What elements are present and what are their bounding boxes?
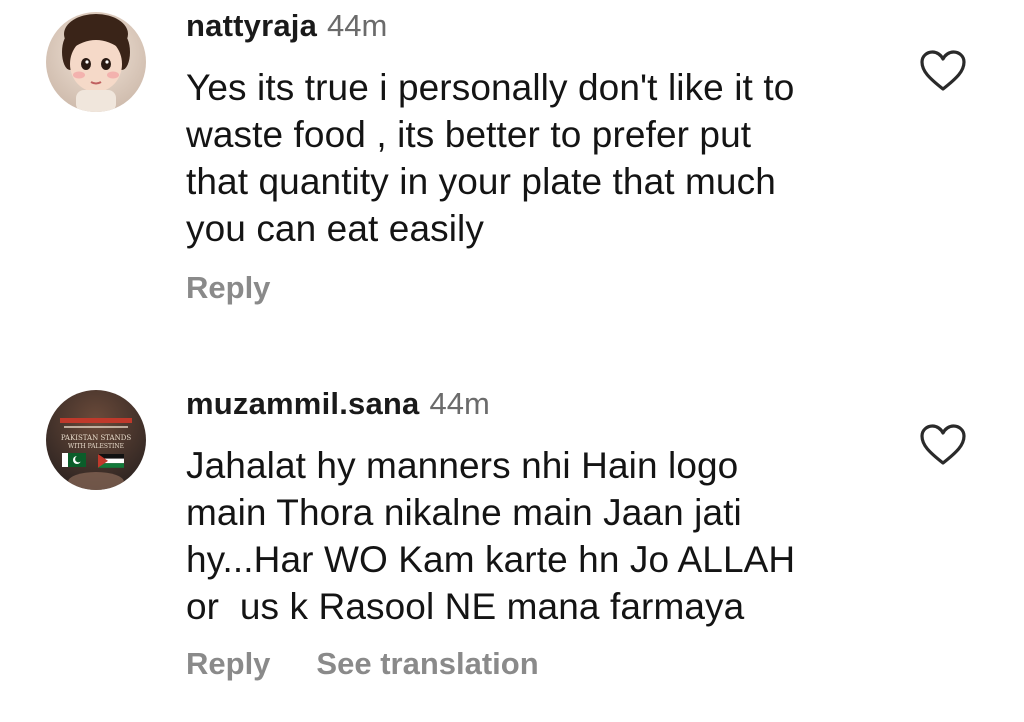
avatar-text-line: WITH PALESTINE xyxy=(68,443,124,450)
reply-button[interactable]: Reply xyxy=(186,646,270,681)
comment-line: main Thora nikalne main Jaan jati xyxy=(186,492,742,533)
avatar-text-line: PAKISTAN STANDS xyxy=(61,434,131,442)
avatar[interactable]: PAKISTAN STANDS WITH PALESTINE xyxy=(46,390,146,490)
timestamp: 44m xyxy=(429,386,490,421)
see-translation-button[interactable]: See translation xyxy=(316,646,538,681)
like-button[interactable] xyxy=(918,422,968,468)
username[interactable]: muzammil.sana xyxy=(186,386,419,421)
comment-header: muzammil.sana 44m xyxy=(186,386,490,422)
heart-outline-icon xyxy=(920,424,966,465)
comment-text: Jahalat hy manners nhi Hain logo main Th… xyxy=(186,442,886,630)
comment-line: Jahalat hy manners nhi Hain logo xyxy=(186,445,739,486)
comment-actions: Reply See translation xyxy=(186,646,539,682)
comment-line: hy...Har WO Kam karte hn Jo ALLAH xyxy=(186,539,796,580)
comment-item: PAKISTAN STANDS WITH PALESTINE muzammil.… xyxy=(0,0,1024,722)
pakistan-palestine-poster-avatar-icon: PAKISTAN STANDS WITH PALESTINE xyxy=(46,390,146,490)
comment-line: or us k Rasool NE mana farmaya xyxy=(186,586,745,627)
